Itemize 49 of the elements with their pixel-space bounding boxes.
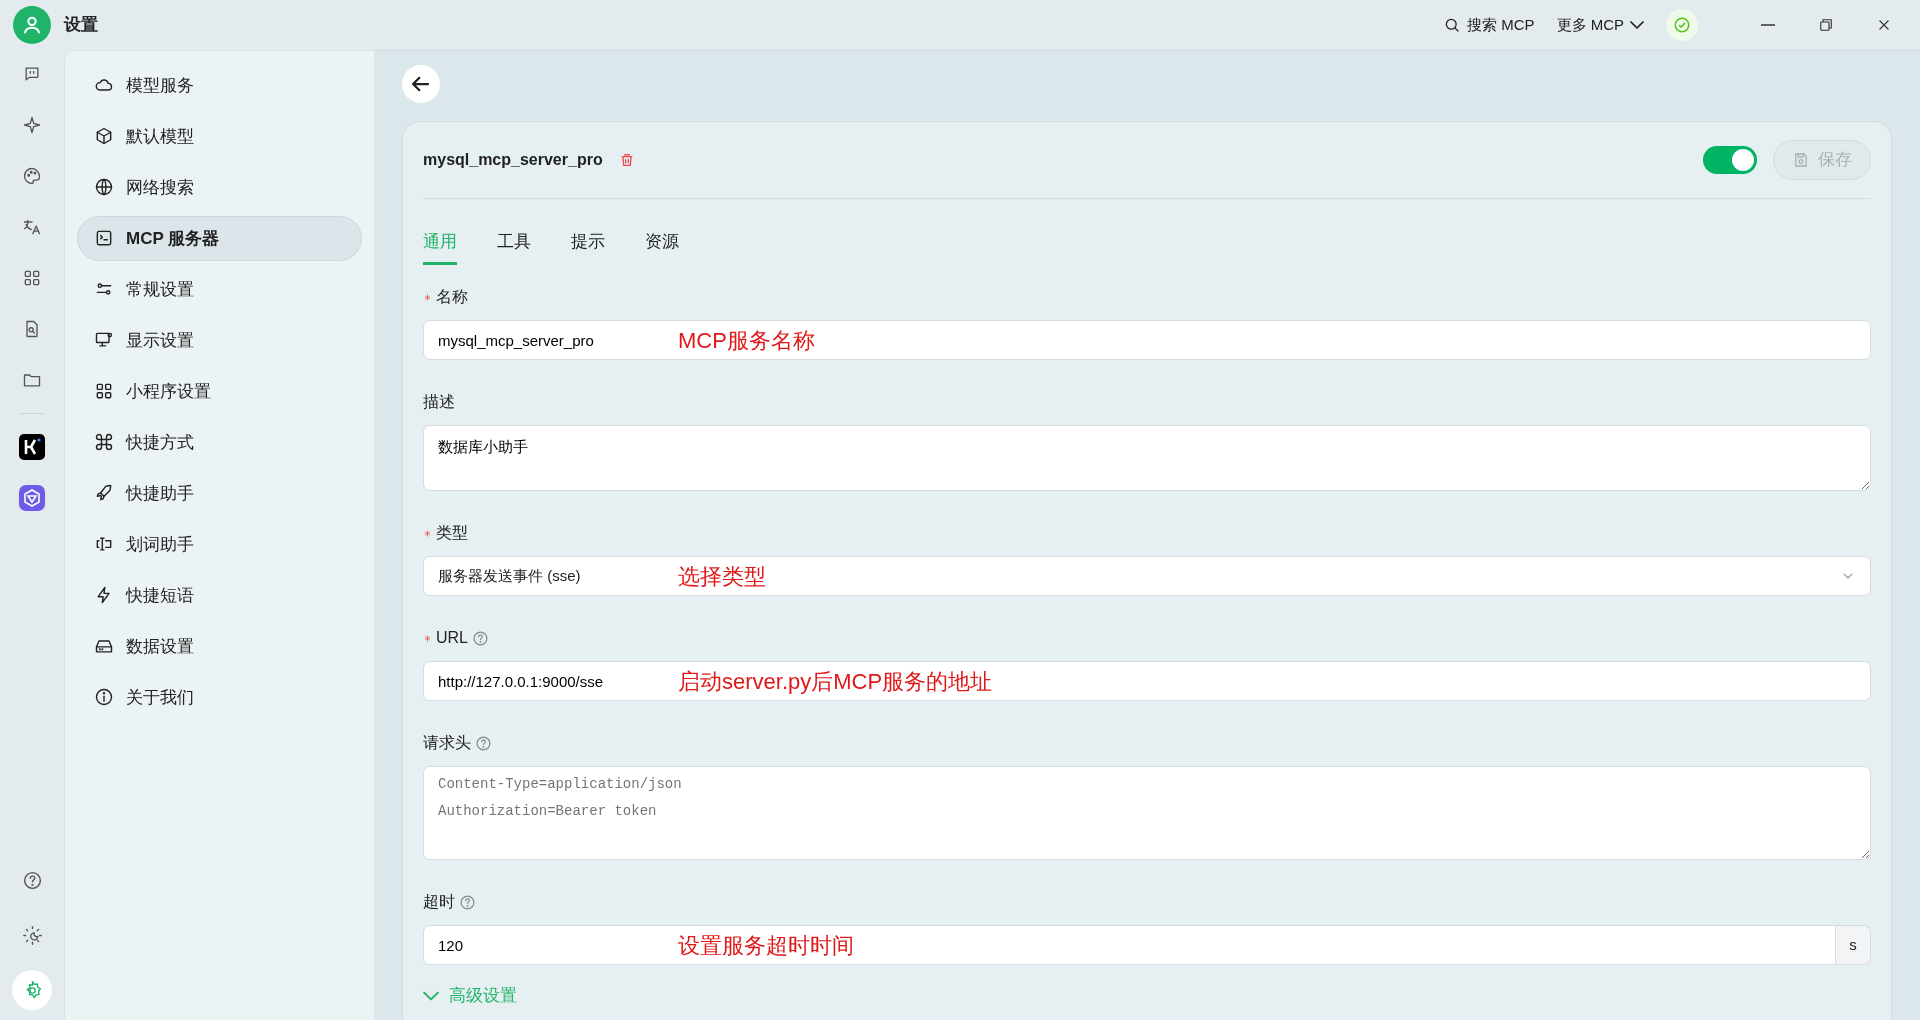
field-label: 描述 — [423, 392, 455, 413]
app-logo — [19, 484, 45, 511]
sidebar-item[interactable]: 关于我们 — [77, 674, 362, 720]
sidebar-item[interactable]: MCP 服务器 — [77, 215, 362, 261]
sidebar-item[interactable]: 快捷方式 — [77, 419, 362, 465]
server-name: mysql_mcp_server_pro — [423, 149, 603, 170]
sidebar-item[interactable]: 划词助手 — [77, 521, 362, 567]
sidebar-item[interactable]: 快捷助手 — [77, 470, 362, 516]
sidebar-item[interactable]: 常规设置 — [77, 266, 362, 312]
field-label: 名称 — [436, 287, 468, 308]
textarea-field[interactable]: 数据库小助手 — [423, 425, 1871, 492]
back-button[interactable] — [402, 64, 440, 103]
sidebar-item[interactable]: 显示设置 — [77, 317, 362, 363]
window-title: 设置 — [64, 14, 98, 37]
field-label: 类型 — [436, 523, 468, 544]
unit-suffix: s — [1835, 925, 1871, 966]
annotation-text: 选择类型 — [678, 562, 766, 591]
globe-icon — [94, 177, 114, 198]
help-icon — [21, 869, 43, 891]
sidebar-item[interactable]: 默认模型 — [77, 113, 362, 159]
more-mcp-dropdown[interactable]: 更多 MCP — [1556, 13, 1644, 37]
settings-button[interactable] — [12, 970, 52, 1010]
annotation-text: 启动server.py后MCP服务的地址 — [678, 667, 993, 696]
sidebar-item[interactable]: 网络搜索 — [77, 164, 362, 210]
cube-icon — [94, 126, 114, 147]
theme-icon — [21, 924, 43, 946]
sidebar-item[interactable]: 模型服务 — [77, 62, 362, 108]
annotation-text: 设置服务超时时间 — [678, 931, 854, 960]
enable-toggle[interactable] — [1703, 145, 1757, 174]
info-icon — [94, 687, 114, 708]
sparkle-icon — [22, 114, 42, 135]
command-icon — [94, 432, 114, 453]
search-mcp-button[interactable]: 搜索 MCP — [1443, 13, 1535, 37]
sidebar-item[interactable]: 快捷短语 — [77, 572, 362, 618]
sidebar-item[interactable]: 小程序设置 — [77, 368, 362, 414]
tab[interactable]: 工具 — [497, 228, 531, 266]
annotation-text: MCP服务名称 — [678, 326, 815, 355]
textarea-field[interactable]: Content-Type=application/json Authorization=Bearer token — [423, 766, 1871, 861]
minimize-icon — [1759, 23, 1777, 26]
field-label: 超时 — [423, 892, 455, 913]
sidebar-item[interactable]: 数据设置 — [77, 623, 362, 669]
back-arrow-icon — [412, 74, 430, 93]
palette-icon — [22, 165, 42, 186]
tab[interactable]: 提示 — [571, 228, 605, 266]
field-label: 请求头 — [423, 733, 471, 754]
app-logo — [19, 433, 45, 460]
field-label: URL — [436, 628, 468, 649]
user-avatar[interactable] — [13, 5, 51, 44]
tab[interactable]: 资源 — [645, 228, 679, 266]
